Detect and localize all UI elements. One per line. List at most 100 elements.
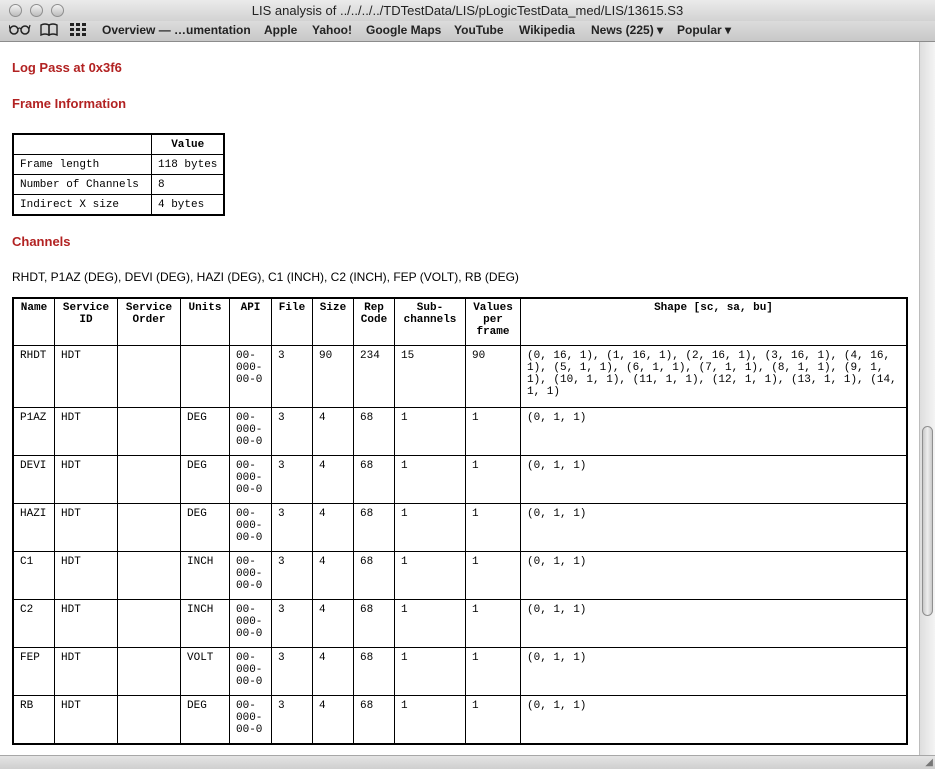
table-row: Indirect X size 4 bytes xyxy=(12,194,225,216)
frame-table-header-value: Value xyxy=(151,133,225,155)
table-row: RB HDT DEG 00-000-00-0 3 4 68 1 1 (0, 1, 1) xyxy=(12,695,908,745)
cell-shape: (0, 1, 1) xyxy=(520,695,908,745)
channels-table-body: RHDT HDT 00-000-00-0 3 90 234 15 90 (0, 16, 1), … xyxy=(12,345,908,745)
bookmark-news-menu[interactable]: News (225) ▾ xyxy=(591,23,663,37)
cell-file: 3 xyxy=(271,599,313,648)
cell-rep-code: 68 xyxy=(353,503,395,552)
cell-name: DEVI xyxy=(12,455,55,504)
cell-shape: (0, 16, 1), (1, 16, 1), (2, 16, 1), (3, … xyxy=(520,345,908,408)
frame-row-value: 118 bytes xyxy=(151,154,225,175)
bookmark-wikipedia[interactable]: Wikipedia xyxy=(519,23,575,37)
col-header-service-id: Service ID xyxy=(54,297,118,346)
cell-values-per-frame: 90 xyxy=(465,345,521,408)
book-icon[interactable] xyxy=(40,23,58,39)
grid-icon[interactable] xyxy=(70,23,86,39)
table-row: C2 HDT INCH 00-000-00-0 3 4 68 1 1 (0, 1, 1) xyxy=(12,599,908,648)
cell-file: 3 xyxy=(271,695,313,745)
cell-api: 00-000-00-0 xyxy=(229,599,272,648)
cell-rep-code: 68 xyxy=(353,599,395,648)
cell-units: INCH xyxy=(180,551,230,600)
cell-sub-channels: 1 xyxy=(394,695,466,745)
resize-grip-icon[interactable]: ◢ xyxy=(925,757,933,768)
cell-service-order xyxy=(117,695,181,745)
bookmark-overview[interactable]: Overview — …umentation xyxy=(102,23,251,37)
cell-values-per-frame: 1 xyxy=(465,695,521,745)
cell-size: 4 xyxy=(312,599,354,648)
cell-shape: (0, 1, 1) xyxy=(520,503,908,552)
cell-service-id: HDT xyxy=(54,695,118,745)
cell-values-per-frame: 1 xyxy=(465,455,521,504)
frame-info-heading: Frame Information xyxy=(12,96,127,111)
cell-service-id: HDT xyxy=(54,345,118,408)
cell-name: RHDT xyxy=(12,345,55,408)
cell-api: 00-000-00-0 xyxy=(229,407,272,456)
cell-rep-code: 234 xyxy=(353,345,395,408)
cell-file: 3 xyxy=(271,551,313,600)
cell-sub-channels: 1 xyxy=(394,455,466,504)
table-row: C1 HDT INCH 00-000-00-0 3 4 68 1 1 (0, 1, 1) xyxy=(12,551,908,600)
scrollbar-thumb[interactable] xyxy=(922,426,933,616)
cell-name: C2 xyxy=(12,599,55,648)
cell-api: 00-000-00-0 xyxy=(229,647,272,696)
frame-row-label: Number of Channels xyxy=(12,174,152,195)
cell-service-order xyxy=(117,455,181,504)
cell-values-per-frame: 1 xyxy=(465,503,521,552)
cell-rep-code: 68 xyxy=(353,647,395,696)
reading-glasses-icon[interactable] xyxy=(8,23,31,38)
cell-rep-code: 68 xyxy=(353,407,395,456)
cell-name: P1AZ xyxy=(12,407,55,456)
cell-api: 00-000-00-0 xyxy=(229,695,272,745)
bookmark-google-maps[interactable]: Google Maps xyxy=(366,23,441,37)
cell-values-per-frame: 1 xyxy=(465,407,521,456)
table-row: Frame length 118 bytes xyxy=(12,154,225,175)
cell-sub-channels: 15 xyxy=(394,345,466,408)
cell-shape: (0, 1, 1) xyxy=(520,599,908,648)
cell-shape: (0, 1, 1) xyxy=(520,407,908,456)
bookmark-apple[interactable]: Apple xyxy=(264,23,297,37)
window-titlebar[interactable]: LIS analysis of ../../../../TDTestData/L… xyxy=(0,0,935,22)
cell-units: VOLT xyxy=(180,647,230,696)
bookmark-youtube[interactable]: YouTube xyxy=(454,23,504,37)
cell-units: INCH xyxy=(180,599,230,648)
cell-size: 4 xyxy=(312,407,354,456)
cell-shape: (0, 1, 1) xyxy=(520,647,908,696)
cell-service-id: HDT xyxy=(54,647,118,696)
cell-service-id: HDT xyxy=(54,599,118,648)
col-header-name: Name xyxy=(12,297,55,346)
table-row: FEP HDT VOLT 00-000-00-0 3 4 68 1 1 (0, 1, 1) xyxy=(12,647,908,696)
cell-service-order xyxy=(117,345,181,408)
cell-values-per-frame: 1 xyxy=(465,551,521,600)
col-header-rep-code: Rep Code xyxy=(353,297,395,346)
cell-name: C1 xyxy=(12,551,55,600)
window-title: LIS analysis of ../../../../TDTestData/L… xyxy=(251,3,684,18)
table-row: DEVI HDT DEG 00-000-00-0 3 4 68 1 1 (0, 1, 1) xyxy=(12,455,908,504)
cell-size: 4 xyxy=(312,503,354,552)
cell-service-id: HDT xyxy=(54,503,118,552)
cell-shape: (0, 1, 1) xyxy=(520,455,908,504)
bookmark-yahoo[interactable]: Yahoo! xyxy=(312,23,352,37)
cell-service-order xyxy=(117,551,181,600)
cell-file: 3 xyxy=(271,455,313,504)
cell-units: DEG xyxy=(180,503,230,552)
cell-service-id: HDT xyxy=(54,407,118,456)
frame-row-label: Frame length xyxy=(12,154,152,175)
cell-units xyxy=(180,345,230,408)
vertical-scrollbar[interactable] xyxy=(919,42,935,755)
bookmark-popular-menu[interactable]: Popular ▾ xyxy=(677,23,731,37)
table-row: Number of Channels 8 xyxy=(12,174,225,195)
col-header-service-order: Service Order xyxy=(117,297,181,346)
cell-file: 3 xyxy=(271,345,313,408)
cell-size: 4 xyxy=(312,455,354,504)
cell-sub-channels: 1 xyxy=(394,407,466,456)
cell-service-id: HDT xyxy=(54,551,118,600)
cell-units: DEG xyxy=(180,695,230,745)
cell-size: 4 xyxy=(312,695,354,745)
table-row: HAZI HDT DEG 00-000-00-0 3 4 68 1 1 (0, 1, 1) xyxy=(12,503,908,552)
cell-units: DEG xyxy=(180,455,230,504)
cell-file: 3 xyxy=(271,647,313,696)
cell-service-order xyxy=(117,599,181,648)
cell-sub-channels: 1 xyxy=(394,647,466,696)
status-bar: ◢ xyxy=(0,755,935,769)
cell-file: 3 xyxy=(271,407,313,456)
cell-size: 4 xyxy=(312,551,354,600)
